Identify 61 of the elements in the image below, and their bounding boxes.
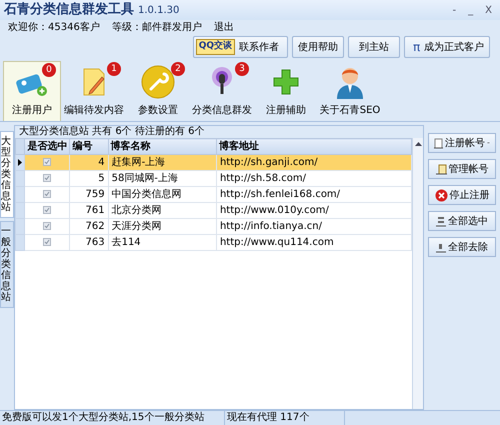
- grid-caption: 大型分类信息站 共有 6个 待注册的有 6个: [15, 126, 423, 138]
- version-label: 1.0.1.30: [138, 4, 180, 18]
- logout-link[interactable]: 退出: [214, 20, 234, 34]
- list-icon: [436, 242, 446, 252]
- table-row[interactable]: 761 北京分类网 http://www.010y.com/: [16, 202, 412, 218]
- top-button[interactable]: 到主站: [348, 36, 400, 58]
- side-button[interactable]: 全部选中: [428, 211, 496, 231]
- side-button[interactable]: 管理帐号: [428, 159, 496, 179]
- top-button[interactable]: 使用帮助: [292, 36, 344, 58]
- table-cell: 去114: [108, 234, 216, 250]
- column-header[interactable]: 博客地址: [216, 138, 412, 154]
- checkbox[interactable]: [43, 174, 52, 182]
- checkbox[interactable]: [43, 238, 52, 246]
- count-badge: 2: [171, 62, 185, 76]
- table-row[interactable]: 763 去114 http://www.qu114.com: [16, 234, 412, 250]
- minimize-button[interactable]: _: [468, 2, 474, 18]
- caret-icon: -: [487, 137, 490, 149]
- side-tab[interactable]: 大型分类信息站: [0, 131, 14, 218]
- toolbar-button[interactable]: 注册用户 0: [3, 61, 61, 121]
- account-icon: [434, 138, 444, 148]
- close-button[interactable]: X: [485, 2, 492, 18]
- row-pointer-icon: [18, 158, 22, 166]
- column-header[interactable]: 博客名称: [108, 138, 216, 154]
- status-text: 现在有代理 117个: [225, 411, 345, 425]
- stop-icon: [434, 188, 448, 202]
- toolbar-button[interactable]: 参数设置 2: [127, 61, 189, 121]
- checkbox[interactable]: [43, 222, 52, 230]
- column-header[interactable]: 是否选中: [24, 138, 70, 154]
- table-cell: http://www.qu114.com: [216, 234, 412, 250]
- column-header[interactable]: 编号: [70, 138, 108, 154]
- restore-button[interactable]: -: [452, 2, 456, 18]
- table-row[interactable]: 5 58同城网-上海 http://sh.58.com/: [16, 170, 412, 186]
- count-badge: 0: [42, 63, 56, 77]
- checkbox[interactable]: [43, 190, 52, 198]
- window-title: 石青分类信息群发工具: [4, 1, 134, 20]
- count-badge: 1: [107, 62, 121, 76]
- user-info-text: 等级：邮件群发用户: [112, 20, 202, 34]
- toolbar-button[interactable]: 编辑待发内容 1: [63, 61, 125, 121]
- table-cell: 763: [70, 234, 108, 250]
- count-badge: 3: [235, 62, 249, 76]
- list-icon: [436, 216, 446, 226]
- top-button[interactable]: QQ交谈 联系作者: [192, 36, 288, 58]
- pi-icon: π: [413, 38, 420, 56]
- side-tab[interactable]: 一般分类信息站: [0, 221, 14, 308]
- user-info-text: 欢迎你：45346客户: [8, 20, 100, 34]
- table-row[interactable]: 759 中国分类信息网 http://sh.fenlei168.com/: [16, 186, 412, 202]
- table-row[interactable]: 4 赶集网-上海 http://sh.ganji.com/: [16, 154, 412, 170]
- status-text: 免费版可以发1个大型分类站,15个一般分类站: [0, 411, 225, 425]
- top-button[interactable]: π 成为正式客户: [404, 36, 490, 58]
- document-icon: [436, 164, 446, 174]
- side-button[interactable]: 停止注册: [428, 185, 496, 205]
- qq-chat-badge[interactable]: QQ交谈: [196, 39, 235, 55]
- scrollbar[interactable]: [412, 138, 423, 409]
- table-row[interactable]: 762 天涯分类网 http://info.tianya.cn/: [16, 218, 412, 234]
- toolbar-button[interactable]: 注册辅助: [255, 61, 317, 121]
- side-button[interactable]: 注册帐号 -: [428, 133, 496, 153]
- toolbar-button[interactable]: 分类信息群发 3: [191, 61, 253, 121]
- side-button[interactable]: 全部去除: [428, 237, 496, 257]
- checkbox[interactable]: [43, 158, 52, 166]
- toolbar-button[interactable]: 关于石青SEO: [319, 61, 381, 121]
- checkbox[interactable]: [43, 206, 52, 214]
